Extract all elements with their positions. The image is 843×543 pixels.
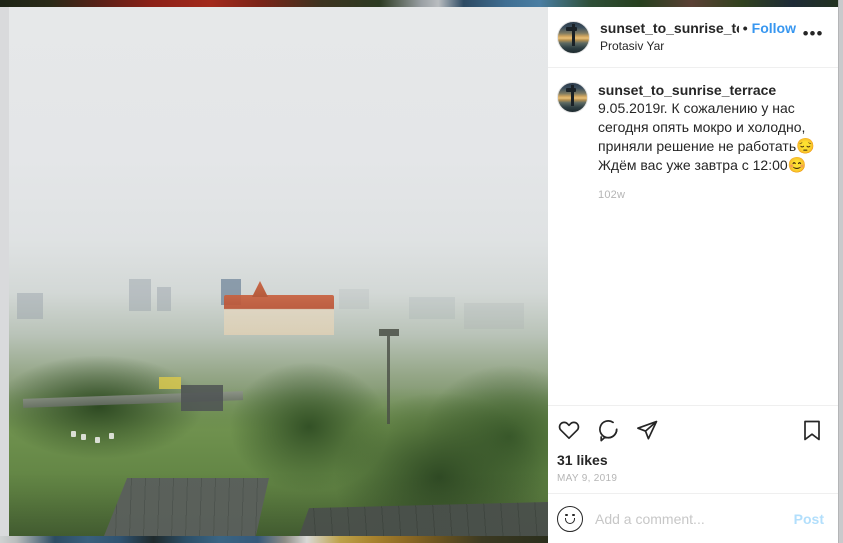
distant-building — [17, 293, 43, 319]
distant-building — [157, 287, 171, 311]
caption-row: sunset_to_sunrise_terrace 9.05.2019г. К … — [557, 81, 824, 201]
post-actions-section: 31 likes MAY 9, 2019 — [548, 405, 838, 493]
caption-text: 9.05.2019г. К сожалению у нас сегодня оп… — [598, 100, 815, 174]
post-location[interactable]: Protasiv Yar — [600, 38, 796, 54]
distant-building — [339, 289, 369, 309]
heart-icon[interactable] — [557, 418, 581, 442]
emoji-smiley-icon[interactable] — [557, 505, 583, 532]
bookmark-icon[interactable] — [800, 418, 824, 442]
distant-building — [464, 303, 524, 329]
emoji-eye-right — [572, 513, 575, 517]
post-action-icons — [557, 415, 824, 445]
terrace-chair — [81, 434, 86, 440]
post-author-username[interactable]: sunset_to_sunrise_terrac — [600, 20, 739, 37]
caption-line-2: сегодня опять мокро и холодно, — [598, 119, 806, 135]
caption-author-username[interactable]: sunset_to_sunrise_terrace — [598, 81, 824, 99]
post-photo[interactable] — [9, 7, 548, 536]
roadside-billboard — [159, 377, 181, 389]
header-separator-dot: • — [742, 20, 748, 36]
follow-button[interactable]: Follow — [752, 20, 796, 37]
terrace-chair — [95, 437, 100, 443]
roadside-building — [181, 385, 223, 411]
profile-avatar[interactable] — [557, 20, 590, 54]
caption-body: sunset_to_sunrise_terrace 9.05.2019г. К … — [598, 81, 824, 201]
disappointed-face-emoji: 😔 — [796, 138, 815, 155]
post-header-text: sunset_to_sunrise_terrac • Follow Protas… — [600, 20, 796, 54]
distant-building — [129, 279, 151, 311]
smiling-face-emoji: 😊 — [787, 157, 807, 174]
share-paper-plane-icon[interactable] — [635, 418, 659, 442]
caption-timestamp: 102w — [598, 189, 626, 201]
caption-line-1: 9.05.2019г. К сожалению у нас — [598, 100, 795, 116]
emoji-eye-left — [565, 513, 568, 517]
emoji-mouth — [564, 517, 575, 524]
wooden-deck — [104, 478, 269, 536]
add-comment-bar: Post — [548, 493, 838, 543]
likes-count[interactable]: 31 likes — [557, 452, 824, 468]
post-sidebar: sunset_to_sunrise_terrac • Follow Protas… — [548, 7, 838, 543]
window-right-edge-scrollbar[interactable] — [838, 0, 843, 543]
window-left-edge — [0, 7, 9, 543]
post-date: MAY 9, 2019 — [557, 473, 618, 484]
wooden-deck-secondary — [299, 502, 548, 536]
distant-building — [409, 297, 455, 319]
comment-bubble-icon[interactable] — [596, 418, 620, 442]
caption-area: sunset_to_sunrise_terrace 9.05.2019г. К … — [548, 68, 838, 405]
terrace-chair — [109, 433, 114, 439]
previous-post-sliver[interactable] — [0, 0, 843, 7]
terrace-chair — [71, 431, 76, 437]
caption-line-4: Ждём вас уже завтра с 12:00 — [598, 157, 788, 173]
post-header: sunset_to_sunrise_terrac • Follow Protas… — [548, 7, 838, 68]
next-post-sliver[interactable] — [0, 536, 548, 543]
post-comment-button[interactable]: Post — [794, 511, 824, 527]
caption-author-avatar[interactable] — [557, 82, 588, 113]
post-header-identity: sunset_to_sunrise_terrac • Follow — [600, 20, 796, 37]
comment-input[interactable] — [595, 510, 794, 527]
more-options-icon[interactable]: ••• — [802, 25, 824, 48]
post-photo-pane[interactable] — [9, 7, 548, 536]
caption-line-3: приняли решение не работать — [598, 138, 797, 154]
red-roof-apartment-complex — [224, 295, 334, 335]
floodlight-mast — [379, 329, 399, 424]
instagram-post-window: sunset_to_sunrise_terrac • Follow Protas… — [0, 0, 843, 543]
